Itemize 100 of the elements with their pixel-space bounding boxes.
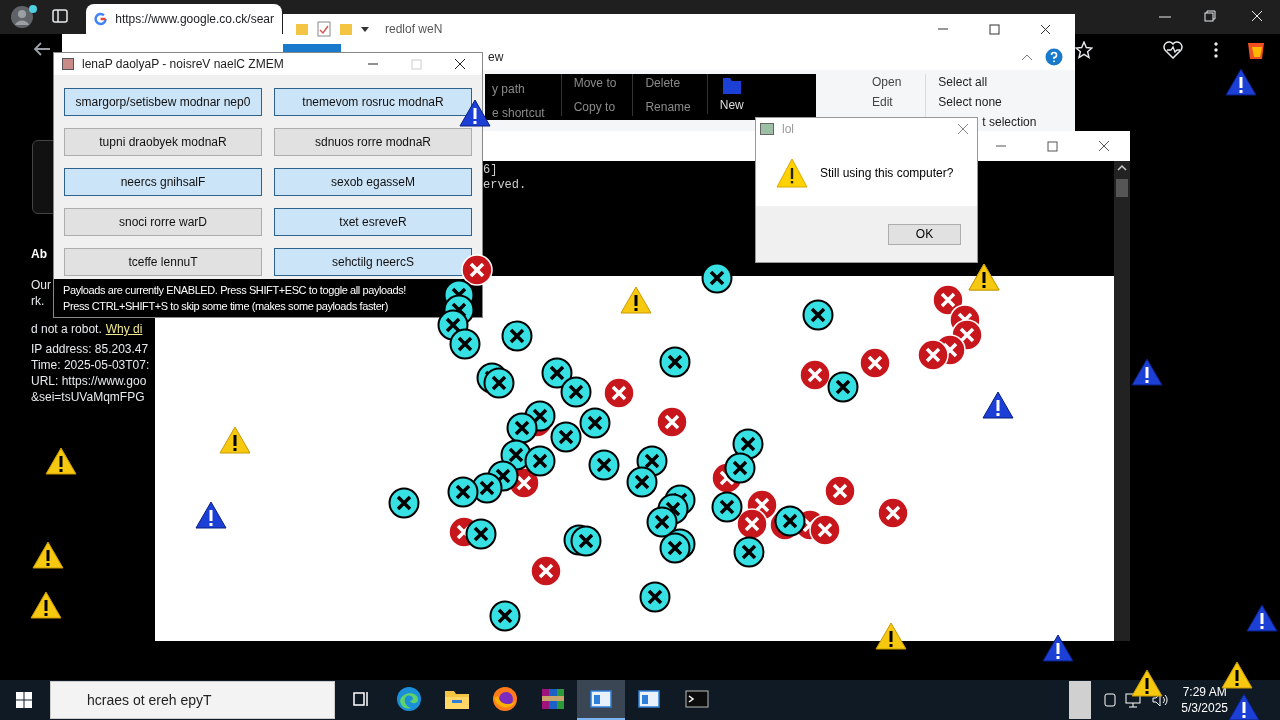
error-icon (802, 299, 834, 331)
ribbon-command[interactable]: t selection (982, 114, 1037, 130)
ribbon-tab[interactable]: ew (488, 48, 504, 66)
maximize-icon[interactable] (1047, 140, 1058, 152)
dialog-title: lol (782, 121, 794, 138)
dropdown-caret-icon[interactable] (361, 25, 369, 33)
scrollbar[interactable] (1114, 161, 1130, 641)
console-text: erved. (483, 178, 527, 193)
fox-browser-icon (492, 686, 518, 712)
close-icon[interactable] (1040, 23, 1051, 35)
help-link[interactable]: Why di (105, 321, 143, 337)
warning-icon (45, 447, 77, 475)
clock-date: 5/3/2025 (1181, 700, 1228, 716)
ribbon-command[interactable]: Select all (938, 74, 988, 90)
detail-text: Time: 2025-05-03T07: (31, 357, 150, 373)
payload-toggle-button[interactable]: sehctilg neercS (274, 248, 472, 276)
error-icon (917, 339, 949, 371)
window-icon (638, 690, 660, 708)
ribbon-command[interactable]: New (719, 96, 744, 114)
error-icon (824, 475, 856, 507)
warning-icon (620, 286, 652, 314)
warning-icon (32, 541, 64, 569)
archive-icon (540, 686, 566, 712)
error-icon (465, 518, 497, 550)
error-icon (656, 406, 688, 438)
payload-toggle-button[interactable]: txet esreveR (274, 208, 472, 236)
performance-icon[interactable] (1163, 41, 1183, 59)
speaker-icon[interactable] (1151, 692, 1170, 708)
error-icon (646, 506, 678, 538)
tray-app-icon[interactable] (1103, 692, 1118, 708)
maximize-icon[interactable] (989, 23, 1000, 35)
ribbon-command[interactable]: Rename (645, 98, 691, 116)
body-text: Our (31, 277, 51, 293)
tab-title: https://www.google.co.ck/sear (115, 11, 274, 28)
restore-icon[interactable] (1204, 10, 1216, 22)
detail-text: IP address: 85.203.47 (31, 341, 149, 357)
ribbon-command[interactable]: Edit (872, 94, 893, 110)
error-icon (570, 525, 602, 557)
browser-tab[interactable]: https://www.google.co.ck/sear (86, 4, 282, 34)
close-icon[interactable] (454, 58, 466, 70)
payload-toggle-button[interactable]: tnemevom rosruc modnaR (274, 88, 472, 116)
star-icon[interactable] (1075, 41, 1093, 59)
warning-icon (1225, 68, 1257, 96)
error-icon (659, 346, 691, 378)
show-hidden-area[interactable] (1069, 681, 1092, 719)
payload-toggle-button[interactable]: snoci rorre warD (64, 208, 262, 236)
folder-icon (295, 22, 309, 36)
error-icon (724, 452, 756, 484)
close-icon[interactable] (1098, 140, 1110, 152)
ok-button[interactable]: OK (888, 223, 961, 245)
detail-text: &sei=tsUVaMqmFPG (31, 389, 145, 405)
error-icon (809, 514, 841, 546)
scroll-thumb[interactable] (1116, 179, 1128, 197)
payload-toggle-button[interactable]: sdnuos rorre modnaR (274, 128, 472, 156)
error-icon (524, 445, 556, 477)
browser-icon (396, 686, 422, 712)
ribbon-command[interactable]: Select none (938, 94, 1002, 110)
ribbon-command[interactable]: Copy to (573, 98, 617, 116)
warning-icon (1131, 669, 1163, 697)
warning-icon (219, 426, 251, 454)
warning-icon (982, 391, 1014, 419)
error-icon (799, 359, 831, 391)
error-icon (447, 476, 479, 508)
payload-toggle-button[interactable]: neercs gnihsalF (64, 168, 262, 196)
status-text: Press CTRL+SHIFT+S to skip some time (makes some payloads faster) (63, 299, 388, 314)
error-icon (550, 421, 582, 453)
collapse-icon[interactable] (1021, 53, 1033, 61)
error-icon (603, 377, 635, 409)
windows-logo-icon (16, 692, 32, 708)
error-icon (711, 491, 743, 523)
window-title: lenaP daolyaP - noisreV naelC ZMEM (82, 56, 284, 73)
properties-icon[interactable] (317, 21, 331, 37)
profile-avatar[interactable] (10, 4, 38, 30)
ribbon-command[interactable]: Open (872, 74, 902, 90)
back-arrow-icon[interactable] (32, 40, 52, 58)
warning-icon (1131, 358, 1163, 386)
payload-toggle-button[interactable]: sexob egasseM (274, 168, 472, 196)
error-icon (489, 600, 521, 632)
body-text: d not a robot. (31, 321, 102, 337)
sidebar-icon[interactable] (52, 9, 68, 23)
ribbon-command[interactable]: Delete (645, 74, 691, 92)
search-field[interactable]: hcraes ot ereh epyT (50, 681, 335, 719)
warning-icon (776, 158, 808, 188)
error-icon (877, 497, 909, 529)
ribbon-command[interactable]: e shortcut (492, 104, 545, 122)
window-title: redlof weN (385, 21, 443, 38)
error-icon (530, 555, 562, 587)
dialog-message: Still using this computer? (820, 165, 954, 182)
payload-toggle-button[interactable]: smargorp/setisbew modnar nep0 (64, 88, 262, 116)
ribbon-command[interactable]: y path (492, 80, 545, 98)
payload-toggle-button[interactable]: tceffe lennuT (64, 248, 262, 276)
help-icon[interactable] (1045, 48, 1063, 66)
network-icon[interactable] (1125, 692, 1144, 708)
body-text: rk. (31, 293, 45, 309)
payload-toggle-button[interactable]: tupni draobyek modnaR (64, 128, 262, 156)
ribbon-command[interactable]: Move to (573, 74, 617, 92)
menu-icon[interactable] (1212, 41, 1220, 59)
taskbar-app[interactable] (577, 680, 625, 720)
error-icon (388, 487, 420, 519)
error-icon (560, 376, 592, 408)
